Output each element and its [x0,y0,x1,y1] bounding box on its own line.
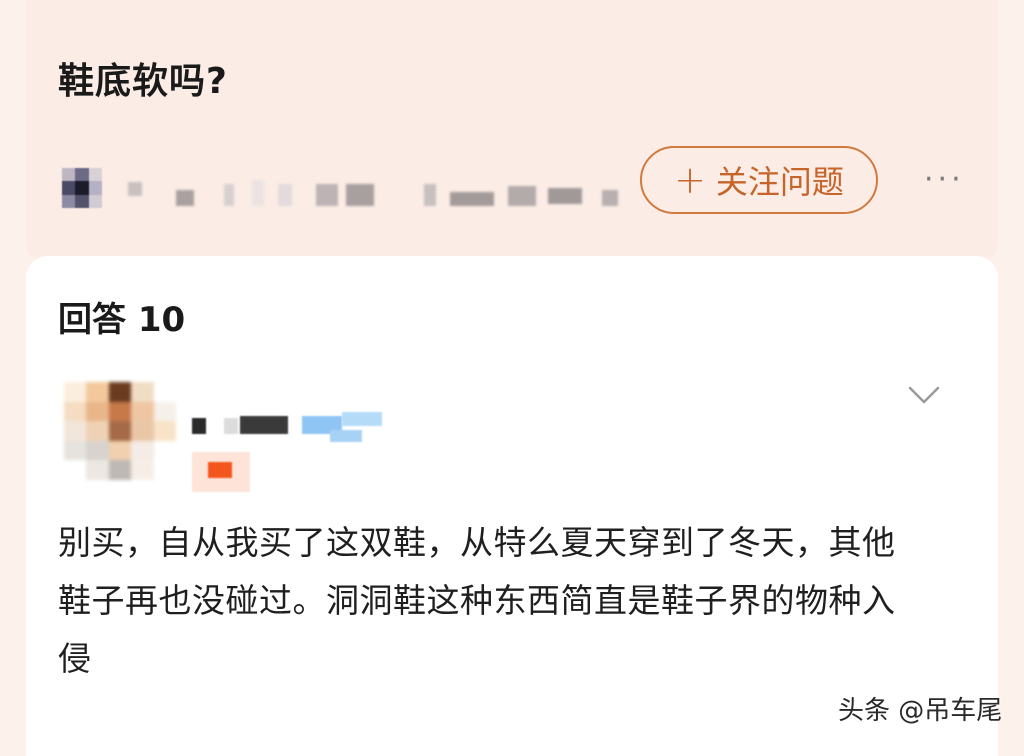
question-header-card [26,0,998,262]
answers-count-header: 回答 10 [58,300,186,340]
asker-row[interactable] [62,168,618,208]
follow-question-button[interactable]: + 关注问题 [640,146,878,214]
plus-icon: + [674,158,706,202]
watermark-text: 头条 @吊车尾 [838,696,1003,726]
chevron-down-icon[interactable] [904,380,944,410]
asker-avatar[interactable] [62,168,102,208]
answerer-name-redacted[interactable] [190,412,400,442]
follow-button-label: 关注问题 [715,163,844,201]
answerer-level-badge [192,452,250,492]
more-dots-icon[interactable]: ··· [924,162,965,197]
question-title: 鞋底软吗? [58,61,228,102]
asker-name-redacted [128,176,648,206]
answerer-avatar[interactable] [64,382,176,480]
answer-body-text[interactable]: 别买，自从我买了这双鞋，从特么夏天穿到了冬天，其他鞋子再也没碰过。洞洞鞋这种东西… [58,514,918,688]
